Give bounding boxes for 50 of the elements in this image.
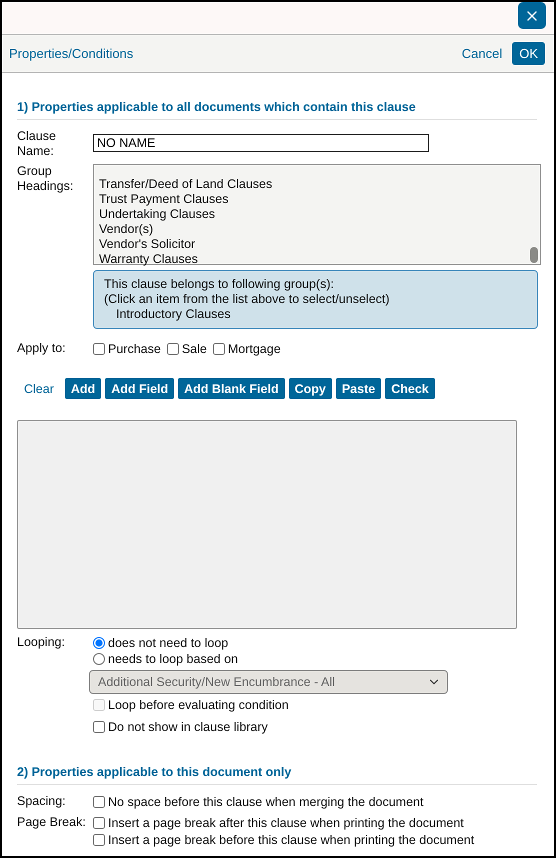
- field-label: Group Headings:: [17, 164, 74, 194]
- toolbar-button[interactable]: Paste: [336, 378, 382, 399]
- checkbox[interactable]: [93, 343, 105, 355]
- info-text: This clause belongs to following group(s):: [104, 277, 335, 292]
- section-heading: 2) Properties applicable to this document only: [17, 765, 537, 785]
- field-label: Page Break:: [17, 815, 87, 830]
- toolbar-button[interactable]: Add Field: [105, 378, 174, 399]
- toolbar-button[interactable]: Check: [385, 378, 435, 399]
- dialog-title: Properties/Conditions: [9, 46, 134, 61]
- option-label: Insert a page break before this clause when printing the document: [108, 832, 474, 848]
- close-button[interactable]: [518, 2, 546, 29]
- field-label: Spacing:: [17, 794, 67, 809]
- list-item[interactable]: Vendor's Solicitor: [99, 237, 540, 252]
- list-item[interactable]: Trust Payment Clauses: [99, 192, 540, 207]
- option-label: Do not show in clause library: [108, 719, 268, 735]
- radio-button[interactable]: [93, 653, 105, 665]
- option-label: Mortgage: [228, 342, 281, 356]
- toolbar-button[interactable]: Add Blank Field: [178, 378, 285, 399]
- checkbox[interactable]: [93, 721, 105, 733]
- list-item[interactable]: Transfer/Deed of Land Clauses: [99, 177, 540, 192]
- checkbox[interactable]: [93, 796, 105, 808]
- clause-name-input[interactable]: NO NAME: [93, 134, 429, 152]
- info-text: (Click an item from the list above to select/unselect): [104, 292, 391, 307]
- option-label: Loop before evaluating condition: [108, 697, 289, 713]
- scrollbar-thumb[interactable]: [530, 247, 538, 263]
- checkbox[interactable]: [166, 343, 179, 355]
- radio-button[interactable]: [93, 637, 105, 649]
- option-label: Sale: [182, 342, 207, 356]
- group-name: Introductory Clauses: [115, 307, 232, 322]
- checkbox[interactable]: [93, 834, 105, 846]
- list-item[interactable]: Undertaking Clauses: [99, 207, 540, 222]
- field-label: Clause Name:: [17, 129, 57, 159]
- checkbox[interactable]: [93, 817, 105, 829]
- cancel-link[interactable]: Cancel: [456, 46, 508, 61]
- option-label: does not need to loop: [108, 635, 228, 651]
- ok-button[interactable]: OK: [512, 42, 545, 65]
- option-label: needs to loop based on: [108, 651, 238, 667]
- list-item[interactable]: Warranty Clauses: [99, 252, 540, 267]
- clear-link[interactable]: Clear: [17, 382, 61, 396]
- option-label: Insert a page break after this clause when printing the document: [108, 815, 464, 831]
- list-item[interactable]: Vendor(s): [99, 222, 540, 237]
- field-label: Apply to:: [17, 341, 67, 356]
- field-label: Looping:: [17, 635, 66, 650]
- option-label: Purchase: [108, 342, 161, 356]
- option-label: No space before this clause when merging the document: [108, 794, 424, 810]
- group-list[interactable]: Transfer/Deed of Land Clauses Trust Payment Clauses Undertaking Clauses Vendor(s) Vendor's Solicitor Warranty Clauses: [93, 164, 541, 265]
- section-heading: 1) Properties applicable to all documents which contain this clause: [17, 100, 537, 120]
- toolbar-button[interactable]: Copy: [288, 378, 332, 399]
- toolbar-button[interactable]: Add: [64, 378, 102, 399]
- checkbox[interactable]: [212, 343, 225, 355]
